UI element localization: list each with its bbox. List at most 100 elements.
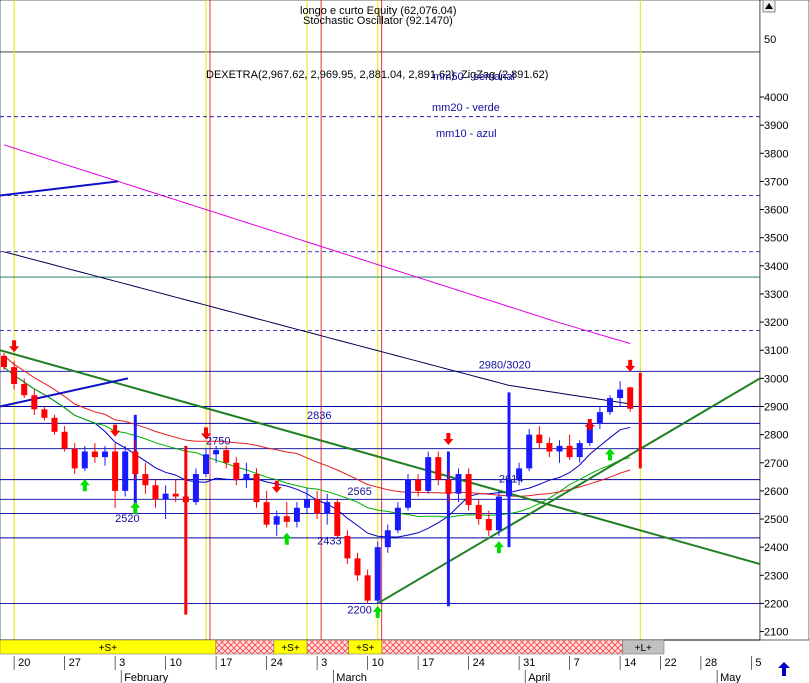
level-label: 2614 xyxy=(499,473,523,485)
month-label: February xyxy=(124,672,169,683)
phase-segment xyxy=(381,639,623,655)
candle-body xyxy=(203,454,209,475)
x-tick-label: 3 xyxy=(321,657,327,669)
candle-body xyxy=(607,398,613,413)
candle-body xyxy=(425,457,432,491)
candle-body xyxy=(304,499,310,508)
y-tick-label: 3800 xyxy=(764,148,788,160)
month-label: April xyxy=(528,672,550,683)
y-tick-label: 3300 xyxy=(764,289,788,301)
candle-body xyxy=(465,474,472,505)
candle-body xyxy=(405,479,411,508)
candle-body xyxy=(475,504,482,520)
level-label: 2836 xyxy=(307,410,331,422)
y-tick-label: 2300 xyxy=(764,570,788,582)
y-tick-label: 4000 xyxy=(764,92,788,104)
x-tick-label: 27 xyxy=(69,657,81,669)
candle-body xyxy=(11,367,18,384)
candle-body xyxy=(81,451,88,469)
candle-body xyxy=(1,355,7,368)
candle-body xyxy=(374,547,381,601)
legend-mm50: mm50 - semanal xyxy=(433,71,515,83)
candle-body xyxy=(495,496,502,531)
x-tick-label: 3 xyxy=(119,657,125,669)
phase-segment xyxy=(215,639,275,655)
x-tick-label: 28 xyxy=(705,657,717,669)
stochastic-label: Stochastic Oscillator (92.1470) xyxy=(303,15,453,27)
candle-body xyxy=(617,389,624,399)
y-tick-label: 2200 xyxy=(764,598,788,610)
candle-body xyxy=(273,516,280,525)
y-tick-label: 3500 xyxy=(764,233,788,245)
candle-body xyxy=(435,457,442,480)
candle-body xyxy=(455,474,462,494)
x-tick-label: 24 xyxy=(473,657,485,669)
candle-body xyxy=(566,445,573,458)
x-tick-label: 20 xyxy=(18,657,30,669)
legend-mm10: mm10 - azul xyxy=(436,128,497,140)
candle-body xyxy=(334,502,341,536)
candle-body xyxy=(223,450,230,463)
y-tick-label: 3000 xyxy=(764,373,788,385)
month-label: March xyxy=(336,672,367,683)
candle-body xyxy=(415,479,422,491)
level-label: 2200 xyxy=(347,604,371,616)
y-tick-label: 2400 xyxy=(764,542,788,554)
candle-body xyxy=(263,502,270,525)
x-tick-label: 24 xyxy=(271,657,283,669)
candle-body xyxy=(71,448,78,469)
candle-body xyxy=(314,499,321,514)
candle-body xyxy=(243,474,250,480)
level-label: 2433 xyxy=(317,535,341,547)
y-tick-label: 2900 xyxy=(764,401,788,413)
month-label: May xyxy=(720,672,741,683)
level-label: 2565 xyxy=(347,486,371,498)
candle-body xyxy=(596,412,603,424)
y-tick-label: 3900 xyxy=(764,120,788,132)
candle-body xyxy=(213,450,220,455)
candle-body xyxy=(364,575,371,601)
x-tick-label: 5 xyxy=(755,657,761,669)
candle-body xyxy=(31,395,38,410)
candle-body xyxy=(293,507,300,522)
x-tick-label: 7 xyxy=(574,657,580,669)
candle-body xyxy=(384,530,391,548)
candle-body xyxy=(576,443,583,458)
candle-body xyxy=(556,445,563,452)
oscillator-tick: 50 xyxy=(764,34,776,46)
candle-body xyxy=(354,558,361,576)
phase-segment xyxy=(306,639,349,655)
y-tick-label: 2600 xyxy=(764,486,788,498)
candle-body xyxy=(51,417,58,432)
candle-body xyxy=(41,409,48,418)
candle-body xyxy=(182,496,189,503)
candle-body xyxy=(546,443,553,452)
phase-label: +S+ xyxy=(281,643,300,654)
x-tick-label: 17 xyxy=(422,657,434,669)
y-tick-label: 3600 xyxy=(764,205,788,217)
candle-body xyxy=(445,479,452,494)
candle-body xyxy=(394,507,401,531)
y-tick-label: 2800 xyxy=(764,430,788,442)
x-tick-label: 22 xyxy=(665,657,677,669)
candle-body xyxy=(283,516,290,522)
candle-body xyxy=(344,535,351,559)
candle-body xyxy=(526,434,533,469)
candle-body xyxy=(536,434,543,444)
x-tick-label: 17 xyxy=(220,657,232,669)
x-tick-label: 31 xyxy=(523,657,535,669)
y-tick-label: 3200 xyxy=(764,317,788,329)
legend-mm20: mm20 - verde xyxy=(432,102,500,114)
candle-body xyxy=(152,485,159,500)
candle-body xyxy=(91,451,98,458)
scroll-up-icon[interactable] xyxy=(762,0,776,13)
y-tick-label: 3400 xyxy=(764,261,788,273)
y-tick-label: 2100 xyxy=(764,627,788,639)
scroll-right-icon[interactable] xyxy=(778,662,790,676)
level-label: 2750 xyxy=(206,435,230,447)
y-tick-label: 2500 xyxy=(764,514,788,526)
level-label: 2980/3020 xyxy=(479,360,531,372)
candle-body xyxy=(102,451,108,458)
candle-body xyxy=(627,387,634,409)
candle-body xyxy=(142,474,149,486)
